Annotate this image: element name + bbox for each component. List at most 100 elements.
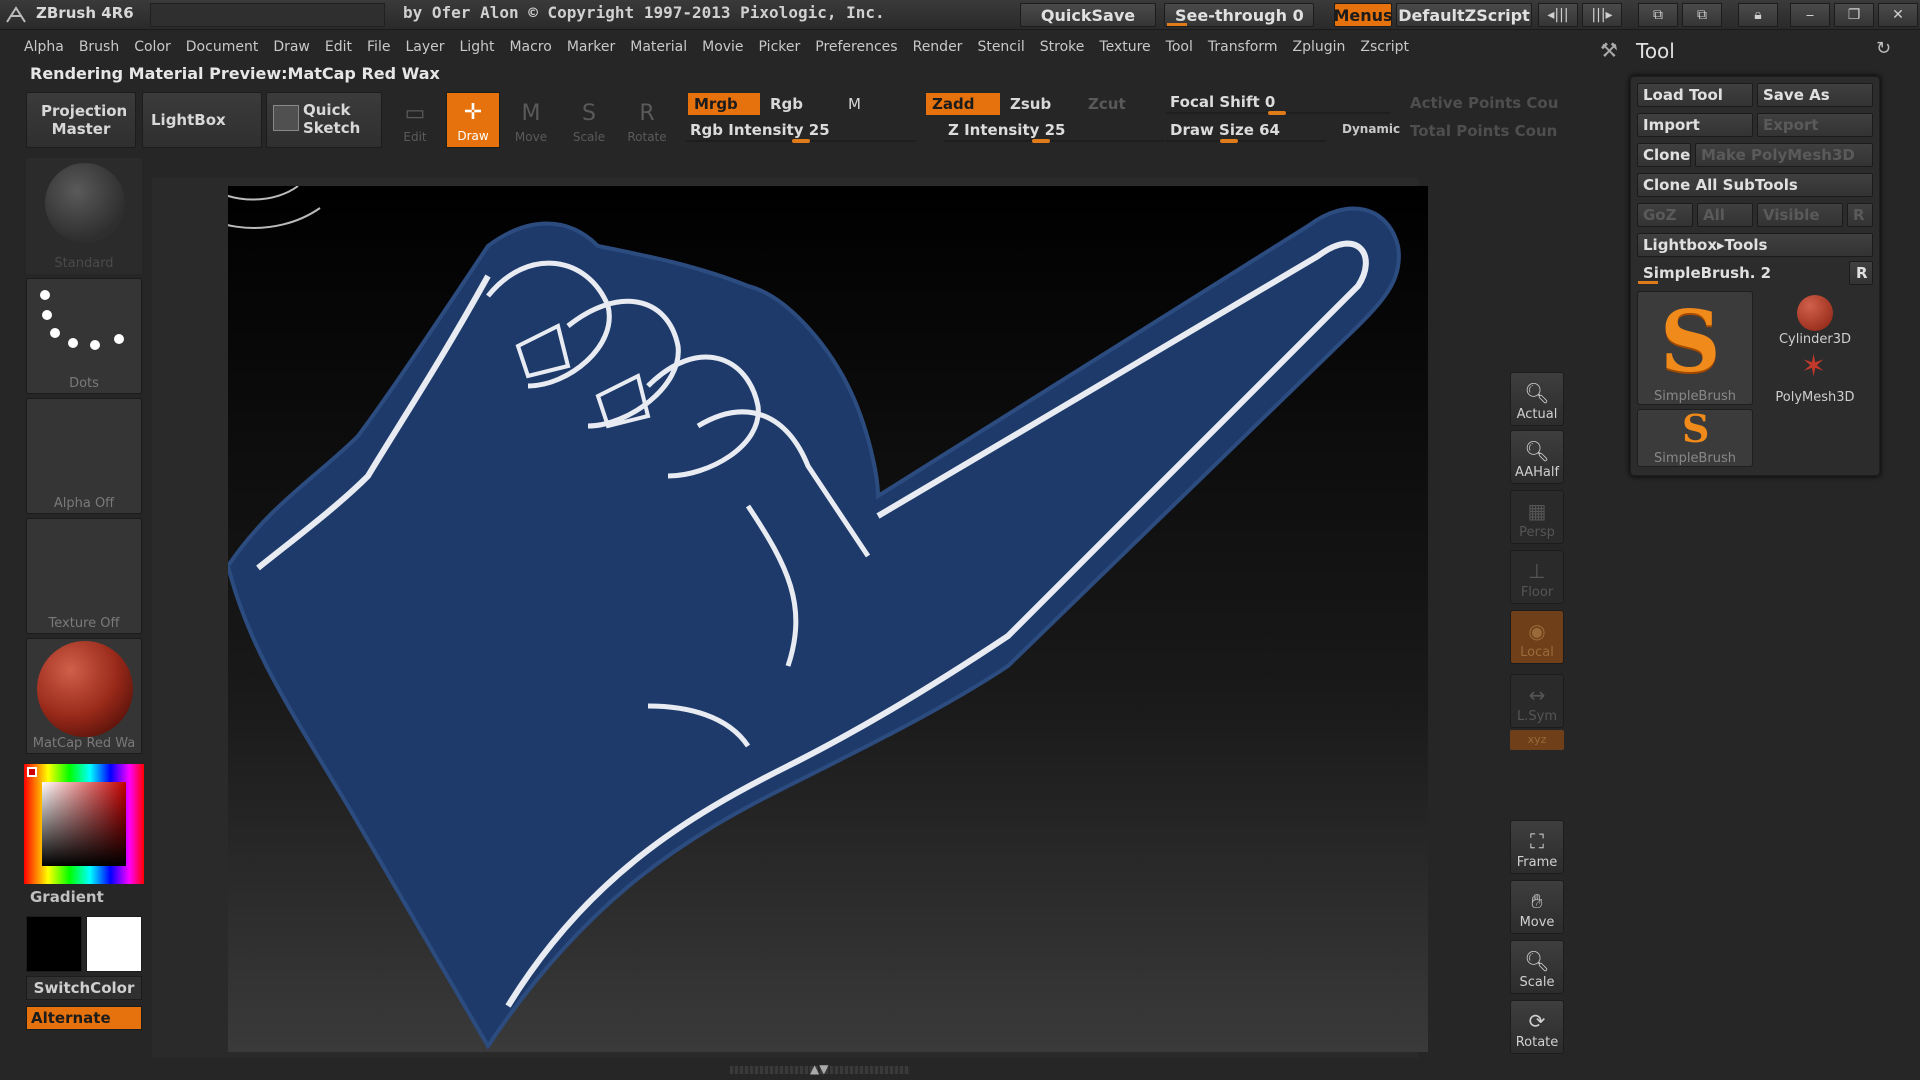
quicksave-button[interactable]: QuickSave xyxy=(1020,3,1156,27)
brush-selector[interactable]: Standard xyxy=(26,158,142,274)
menu-preferences[interactable]: Preferences xyxy=(815,39,897,55)
tray-left-icon[interactable]: ◂||| xyxy=(1538,3,1578,27)
collapse-arrow-icon[interactable]: ▲▼ xyxy=(810,1062,828,1076)
focal-shift-handle[interactable] xyxy=(1268,111,1286,115)
aahalf-button[interactable]: 🔍︎ AAHalf xyxy=(1510,430,1564,484)
menu-render[interactable]: Render xyxy=(913,39,963,55)
current-tool-slider-handle[interactable] xyxy=(1638,281,1658,284)
alpha-selector[interactable]: Alpha Off xyxy=(26,398,142,514)
menu-brush[interactable]: Brush xyxy=(79,39,119,55)
lock-icon[interactable]: 🔒︎ xyxy=(1738,3,1778,27)
maximize-icon[interactable]: ❐ xyxy=(1834,3,1874,27)
goz-r-button[interactable]: R xyxy=(1847,203,1873,227)
projection-master-button[interactable]: Projection Master xyxy=(26,92,136,148)
menu-tool[interactable]: Tool xyxy=(1166,39,1193,55)
menu-zscript[interactable]: Zscript xyxy=(1360,39,1409,55)
menu-alpha[interactable]: Alpha xyxy=(24,39,64,55)
default-zscript-button[interactable]: DefaultZScript xyxy=(1396,3,1532,27)
menu-draw[interactable]: Draw xyxy=(273,39,310,55)
tool-thumb-simplebrush[interactable]: S SimpleBrush xyxy=(1637,291,1753,405)
menu-color[interactable]: Color xyxy=(134,39,171,55)
persp-button[interactable]: ▦ Persp xyxy=(1510,490,1564,544)
tool-r-button[interactable]: R xyxy=(1849,261,1873,285)
menu-edit[interactable]: Edit xyxy=(325,39,352,55)
foam-finger-model[interactable] xyxy=(228,186,1428,1052)
texture-selector[interactable]: Texture Off xyxy=(26,518,142,634)
menu-zplugin[interactable]: Zplugin xyxy=(1293,39,1346,55)
scale-view-button[interactable]: 🔍︎ Scale xyxy=(1510,940,1564,994)
lsym-button[interactable]: ↔ L.Sym xyxy=(1510,674,1564,728)
tray-right-icon[interactable]: |||▸ xyxy=(1582,3,1622,27)
menu-material[interactable]: Material xyxy=(630,39,687,55)
rgb-button[interactable]: Rgb xyxy=(764,93,836,115)
menu-layer[interactable]: Layer xyxy=(405,39,444,55)
primary-color-swatch[interactable] xyxy=(26,916,82,972)
zadd-button[interactable]: Zadd xyxy=(926,93,1000,115)
focal-shift-slider[interactable]: Focal Shift 0 xyxy=(1166,92,1390,115)
make-polymesh-button[interactable]: Make PolyMesh3D xyxy=(1695,143,1873,167)
rotate-mode-button[interactable]: R Rotate xyxy=(620,92,674,148)
xyz-rotate-toggle[interactable]: xyz xyxy=(1510,730,1564,750)
menu-texture[interactable]: Texture xyxy=(1099,39,1150,55)
layout-two-icon[interactable]: ⧉ xyxy=(1682,3,1722,27)
draw-size-handle[interactable] xyxy=(1220,139,1238,143)
minimize-icon[interactable]: ⎯ xyxy=(1790,3,1830,27)
stroke-selector[interactable]: Dots xyxy=(26,278,142,394)
menu-movie[interactable]: Movie xyxy=(702,39,743,55)
save-as-button[interactable]: Save As xyxy=(1757,83,1873,107)
see-through-slider[interactable]: See-through 0 xyxy=(1164,3,1314,27)
secondary-color-swatch[interactable] xyxy=(86,916,142,972)
move-view-button[interactable]: ✋︎ Move xyxy=(1510,880,1564,934)
layout-one-icon[interactable]: ⧉ xyxy=(1638,3,1678,27)
gradient-toggle[interactable]: Gradient xyxy=(30,888,104,906)
zcut-button[interactable]: Zcut xyxy=(1082,93,1142,115)
tool-thumb-polymesh3d[interactable]: ✶ PolyMesh3D xyxy=(1757,349,1873,405)
actual-button[interactable]: 🔍︎ Actual xyxy=(1510,372,1564,426)
dynamic-toggle[interactable]: Dynamic xyxy=(1342,122,1400,136)
color-picker-cursor[interactable] xyxy=(27,767,37,777)
alternate-button[interactable]: Alternate xyxy=(26,1006,142,1030)
rgb-intensity-handle[interactable] xyxy=(792,139,810,143)
menu-macro[interactable]: Macro xyxy=(509,39,551,55)
color-picker[interactable] xyxy=(24,764,144,884)
tool-palette-header[interactable]: ⚒ Tool ↻ xyxy=(1596,36,1916,66)
menu-file[interactable]: File xyxy=(367,39,390,55)
clone-all-subtools-button[interactable]: Clone All SubTools xyxy=(1637,173,1873,197)
floor-button[interactable]: ⊥ Floor xyxy=(1510,550,1564,604)
menus-button[interactable]: Menus xyxy=(1333,3,1393,27)
zsub-button[interactable]: Zsub xyxy=(1004,93,1078,115)
menu-stencil[interactable]: Stencil xyxy=(977,39,1024,55)
draw-mode-button[interactable]: ✛ Draw xyxy=(446,92,500,148)
export-button[interactable]: Export xyxy=(1757,113,1873,137)
goz-visible-button[interactable]: Visible xyxy=(1757,203,1843,227)
lightbox-tools-button[interactable]: Lightbox▸Tools xyxy=(1637,233,1873,257)
menu-light[interactable]: Light xyxy=(460,39,495,55)
tool-thumb-cylinder3d[interactable]: Cylinder3D xyxy=(1757,291,1873,347)
local-button[interactable]: ◉ Local xyxy=(1510,610,1564,664)
load-tool-button[interactable]: Load Tool xyxy=(1637,83,1753,107)
scale-mode-button[interactable]: S Scale xyxy=(562,92,616,148)
z-intensity-slider[interactable]: Z Intensity 25 xyxy=(944,120,1164,143)
material-selector[interactable]: MatCap Red Wa xyxy=(26,638,142,754)
menu-stroke[interactable]: Stroke xyxy=(1040,39,1085,55)
color-saturation-square[interactable] xyxy=(42,782,126,866)
reset-palette-icon[interactable]: ↻ xyxy=(1876,38,1891,59)
menu-marker[interactable]: Marker xyxy=(567,39,615,55)
draw-size-slider[interactable]: Draw Size 64 xyxy=(1166,120,1326,143)
tool-thumb-simplebrush-small[interactable]: S SimpleBrush xyxy=(1637,406,1753,467)
edit-mode-button[interactable]: ▭ Edit xyxy=(388,92,442,148)
quick-sketch-button[interactable]: Quick Sketch xyxy=(266,92,382,148)
menu-picker[interactable]: Picker xyxy=(759,39,801,55)
rotate-view-button[interactable]: ⟳ Rotate xyxy=(1510,1000,1564,1054)
current-tool-slider[interactable]: SimpleBrush. 2 xyxy=(1637,261,1845,285)
close-icon[interactable]: ✕ xyxy=(1878,3,1918,27)
goz-button[interactable]: GoZ xyxy=(1637,203,1693,227)
goz-all-button[interactable]: All xyxy=(1697,203,1753,227)
frame-button[interactable]: ⛶ Frame xyxy=(1510,820,1564,874)
mrgb-button[interactable]: Mrgb xyxy=(688,93,760,115)
move-mode-button[interactable]: M Move xyxy=(504,92,558,148)
switch-color-button[interactable]: SwitchColor xyxy=(26,976,142,1000)
z-intensity-handle[interactable] xyxy=(1032,139,1050,143)
menu-transform[interactable]: Transform xyxy=(1208,39,1278,55)
import-button[interactable]: Import xyxy=(1637,113,1753,137)
